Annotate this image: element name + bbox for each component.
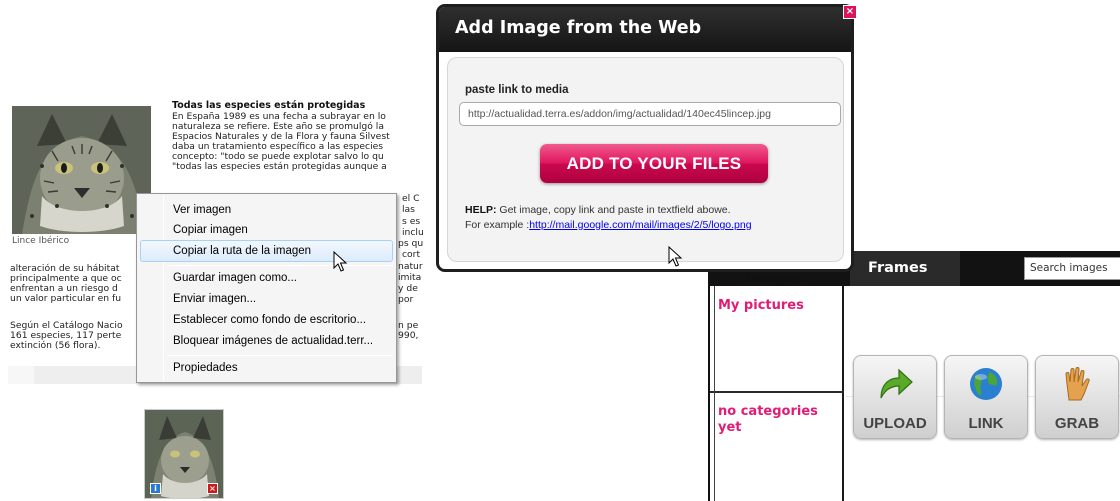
image-caption: Lince Ibérico	[12, 236, 70, 246]
dialog-title-bar: Add Image from the Web	[439, 7, 851, 52]
hand-icon	[1065, 367, 1090, 401]
category-sidebar: My pictures no categories yet	[710, 286, 844, 501]
article-heading: Todas las especies están protegidas	[172, 100, 366, 111]
sidebar-rule	[714, 286, 715, 501]
category-none: no categories yet	[718, 404, 818, 435]
image-manager-panel: images Frames Search images My pictures …	[708, 251, 1120, 501]
menu-separator	[167, 265, 393, 266]
dialog-title: Add Image from the Web	[455, 18, 702, 38]
article-line: "todas las especies están protegidas aun…	[172, 161, 387, 172]
menu-item-copiar-ruta[interactable]: Copiar la ruta de la imagen	[140, 240, 393, 262]
search-images-input[interactable]: Search images	[1024, 257, 1120, 280]
article-fragment: inclu	[402, 227, 424, 238]
upload-button[interactable]: UPLOAD	[853, 355, 937, 439]
globe-icon	[970, 368, 1002, 400]
delete-icon[interactable]: ×	[207, 483, 218, 494]
lynx-photo[interactable]	[12, 106, 151, 234]
help-description: Get image, copy link and paste in textfi…	[496, 204, 731, 216]
tab-frames[interactable]: Frames	[850, 251, 960, 286]
menu-item-ver-imagen[interactable]: Ver imagen	[140, 199, 393, 221]
article-fragment: natur	[398, 261, 423, 272]
paste-link-label: paste link to media	[465, 84, 569, 96]
green-arrow-icon	[880, 368, 913, 399]
menu-separator	[167, 355, 393, 356]
article-fragment: 990,	[398, 330, 419, 341]
article-fragment: cort	[402, 249, 421, 260]
article-fragment: el C	[402, 193, 420, 204]
mouse-cursor-icon	[668, 246, 683, 267]
footer-tab	[8, 366, 34, 384]
add-to-files-button[interactable]: ADD TO YOUR FILES	[540, 144, 768, 183]
article-fragment: las	[402, 204, 415, 215]
article-fragment: por	[398, 294, 414, 305]
menu-item-fondo-escritorio[interactable]: Establecer como fondo de escritorio...	[140, 309, 393, 331]
close-icon[interactable]: ×	[843, 5, 857, 19]
article-line: un valor particular en fu	[10, 293, 122, 304]
menu-item-propiedades[interactable]: Propiedades	[140, 357, 393, 379]
article-line: extinción (56 flora).	[10, 340, 101, 351]
menu-item-enviar-imagen[interactable]: Enviar imagen...	[140, 288, 393, 310]
example-link[interactable]: http://mail.google.com/mail/images/2/5/l…	[529, 219, 751, 231]
category-my-pictures[interactable]: My pictures	[718, 298, 804, 314]
menu-item-copiar-imagen[interactable]: Copiar imagen	[140, 219, 393, 241]
article-fragment: imita	[398, 272, 422, 283]
dialog-body: paste link to media http://actualidad.te…	[447, 57, 844, 262]
menu-item-bloquear-imagenes[interactable]: Bloquear imágenes de actualidad.terr...	[140, 330, 393, 352]
help-text: HELP: Get image, copy link and paste in …	[465, 204, 731, 216]
lynx-thumbnail[interactable]: i ×	[144, 409, 224, 499]
info-icon[interactable]: i	[150, 483, 161, 494]
article-fragment: s es	[402, 216, 421, 227]
example-text: For example :http://mail.google.com/mail…	[465, 219, 752, 231]
link-label: LINK	[968, 415, 1004, 432]
grab-label: GRAB	[1054, 415, 1100, 432]
context-menu: Ver imagen Copiar imagen Copiar la ruta …	[136, 193, 397, 383]
help-label: HELP:	[465, 204, 497, 216]
url-field[interactable]: http://actualidad.terra.es/addon/img/act…	[459, 102, 841, 126]
article-fragment: ps qu	[398, 238, 424, 249]
mouse-cursor-icon	[333, 251, 348, 272]
example-label: For example :	[465, 219, 530, 231]
add-image-dialog: Add Image from the Web paste link to med…	[436, 4, 854, 272]
menu-item-guardar-imagen[interactable]: Guardar imagen como...	[140, 267, 393, 289]
link-button[interactable]: LINK	[944, 355, 1028, 439]
article-fragment: y de	[398, 283, 418, 294]
upload-label: UPLOAD	[863, 415, 927, 432]
grab-button[interactable]: GRAB	[1035, 355, 1119, 439]
sidebar-divider	[710, 391, 844, 393]
